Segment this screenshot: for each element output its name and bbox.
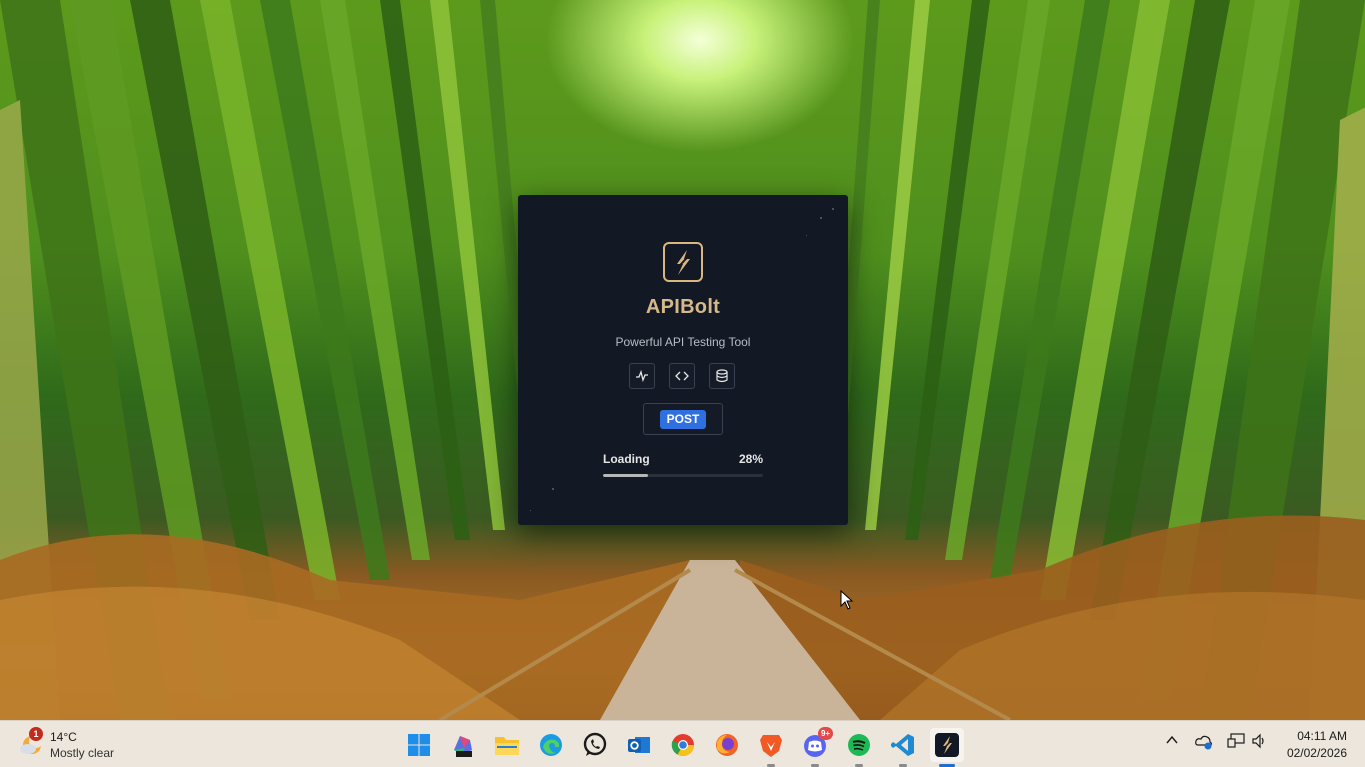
apibolt-icon[interactable] [930, 728, 964, 767]
progress-bar-fill [603, 474, 648, 477]
activity-icon [629, 363, 655, 389]
http-method-box: POST [643, 403, 723, 435]
progress-bar [603, 474, 763, 477]
outlook-icon[interactable] [622, 728, 656, 762]
windows-start-icon[interactable] [402, 728, 436, 762]
taskbar: 1 14°C Mostly clear 9+ 04:11 AM 02/02/20… [0, 720, 1365, 767]
app-subtitle: Powerful API Testing Tool [615, 335, 751, 349]
clock-time[interactable]: 04:11 AM [1297, 729, 1347, 743]
edge-icon[interactable] [534, 728, 568, 762]
whatsapp-icon[interactable] [578, 728, 612, 762]
loading-label: Loading [603, 452, 650, 466]
app-name: APIBolt [645, 296, 721, 318]
vscode-icon[interactable] [886, 728, 920, 767]
loading-percent: 28% [738, 452, 763, 466]
weather-description: Mostly clear [50, 746, 115, 760]
decorative-dot [820, 217, 822, 219]
apibolt-splash-window: APIBolt Powerful API Testing Tool POST L… [518, 195, 848, 525]
chrome-icon[interactable] [666, 728, 700, 762]
onedrive-cloud-icon[interactable] [1195, 734, 1213, 750]
discord-icon[interactable]: 9+ [798, 727, 833, 767]
network-icon[interactable] [1227, 733, 1245, 749]
file-explorer-icon[interactable] [490, 728, 524, 762]
volume-icon[interactable] [1251, 733, 1267, 749]
firefox-icon[interactable] [710, 728, 744, 762]
apibolt-logo-icon [663, 242, 703, 282]
show-hidden-icons-chevron-up-icon[interactable] [1165, 733, 1179, 747]
decorative-dot [530, 510, 531, 511]
decorative-dot [552, 488, 554, 490]
decorative-dot [832, 208, 834, 210]
weather-widget[interactable]: 1 14°C Mostly clear [16, 727, 136, 763]
database-icon [709, 363, 735, 389]
brave-icon[interactable] [754, 728, 788, 767]
weather-temperature: 14°C [50, 730, 77, 744]
code-icon [669, 363, 695, 389]
http-method-badge: POST [660, 410, 706, 429]
microsoft-365-icon[interactable] [446, 728, 480, 762]
decorative-dot [806, 235, 807, 236]
clock-date[interactable]: 02/02/2026 [1287, 746, 1347, 760]
weather-notification-badge: 1 [29, 727, 43, 741]
mouse-cursor-icon [840, 590, 854, 610]
spotify-icon[interactable] [842, 728, 876, 767]
discord-notification-badge: 9+ [818, 727, 833, 740]
